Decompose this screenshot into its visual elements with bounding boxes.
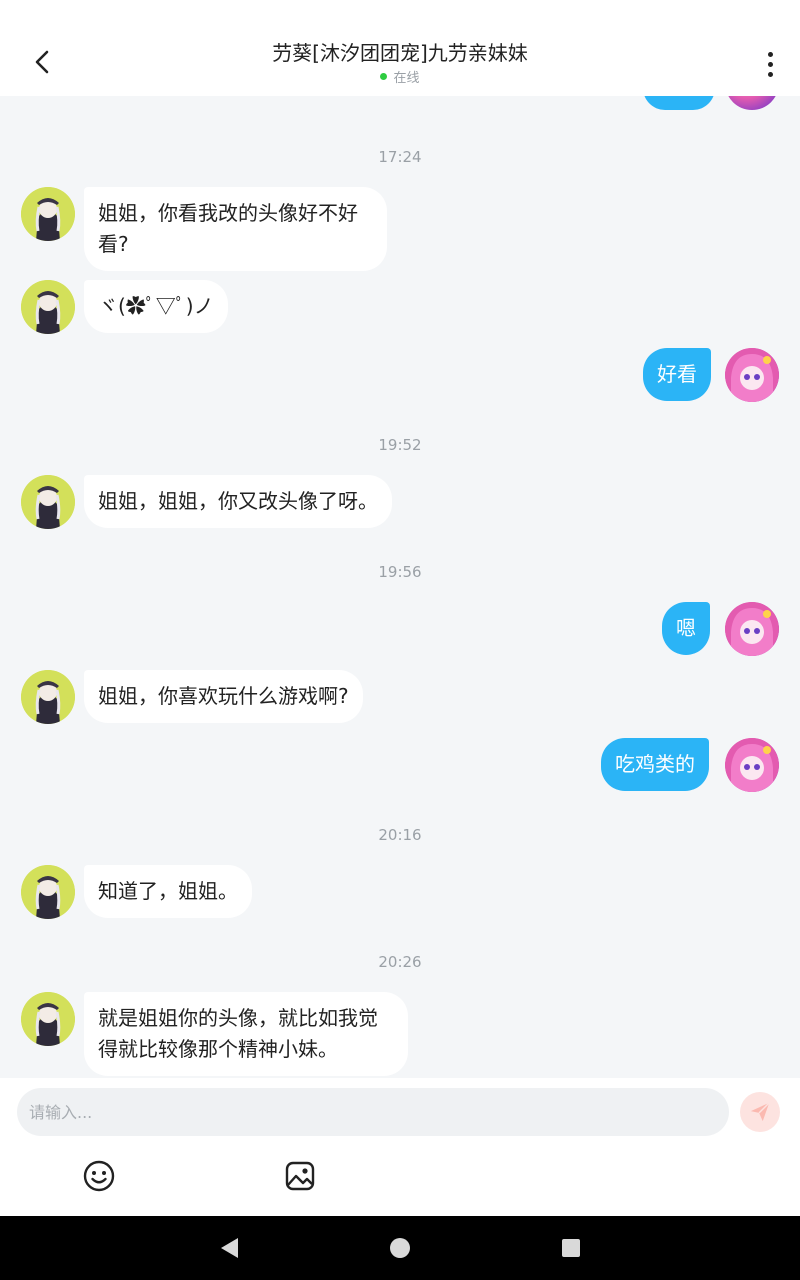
my-avatar[interactable] [725,96,779,110]
chat-title-block: 芀葵[沐汐团团宠]九芀亲妹妹 在线 [150,40,650,86]
message-bubble-incoming[interactable]: 就是姐姐你的头像，就比如我觉得就比较像那个精神小妹。 [84,992,408,1076]
timestamp: 17:24 [378,148,422,166]
avatar-portrait-icon [725,348,779,402]
nav-back-icon [221,1238,238,1258]
timestamp: 19:52 [378,436,422,454]
avatar-portrait-icon [725,738,779,792]
online-dot-icon [380,73,388,80]
avatar-portrait-icon [21,280,75,334]
contact-avatar[interactable] [21,280,75,334]
send-button[interactable] [740,1092,780,1132]
composer [0,1078,800,1216]
contact-avatar[interactable] [21,865,75,919]
more-vertical-icon [767,51,773,57]
my-avatar[interactable] [725,348,779,402]
nav-home-icon [390,1238,410,1258]
system-nav-bar [0,1216,800,1280]
nav-back-button[interactable] [215,1234,243,1262]
avatar-portrait-icon [21,865,75,919]
message-bubble-outgoing[interactable]: 嗯 [662,602,710,655]
chat-title: 芀葵[沐汐团团宠]九芀亲妹妹 [272,41,528,65]
my-avatar[interactable] [725,738,779,792]
more-options-button[interactable] [756,46,784,82]
avatar-portrait-icon [21,187,75,241]
message-bubble-outgoing[interactable]: 吃鸡类的 [601,738,709,791]
message-bubble-incoming[interactable]: 姐姐，你喜欢玩什么游戏啊? [84,670,363,723]
nav-home-button[interactable] [386,1234,414,1262]
avatar-portrait-icon [725,602,779,656]
message-bubble-incoming[interactable]: ヾ(✿ﾟ▽ﾟ)ノ [84,280,228,333]
message-bubble-outgoing-partial [643,96,715,110]
nav-recents-button[interactable] [557,1234,585,1262]
message-bubble-outgoing[interactable]: 好看 [643,348,711,401]
online-status: 在线 [150,67,650,86]
message-bubble-incoming[interactable]: 知道了，姐姐。 [84,865,252,918]
back-button[interactable] [22,42,62,82]
message-input[interactable] [17,1088,729,1136]
nav-recents-icon [562,1239,580,1257]
contact-avatar[interactable] [21,670,75,724]
contact-avatar[interactable] [21,992,75,1046]
back-arrow-icon [35,50,49,74]
timestamp: 19:56 [378,563,422,581]
chat-header: 芀葵[沐汐团团宠]九芀亲妹妹 在线 [0,0,800,96]
timestamp: 20:16 [378,826,422,844]
contact-avatar[interactable] [21,187,75,241]
image-icon [285,1161,315,1191]
online-status-text: 在线 [393,71,420,86]
avatar-portrait-icon [21,992,75,1046]
contact-avatar[interactable] [21,475,75,529]
my-avatar[interactable] [725,602,779,656]
avatar-portrait-icon [21,670,75,724]
avatar-portrait-icon [21,475,75,529]
message-list[interactable]: 17:24 姐姐，你看我改的头像好不好看? ヾ(✿ﾟ▽ﾟ)ノ 好看 19:52 … [0,96,800,1078]
message-bubble-incoming[interactable]: 姐姐，姐姐，你又改头像了呀。 [84,475,392,528]
image-button[interactable] [280,1156,320,1196]
emoji-button[interactable] [79,1156,119,1196]
timestamp: 20:26 [378,953,422,971]
send-icon [750,1102,770,1122]
emoji-icon [83,1160,115,1192]
message-bubble-incoming[interactable]: 姐姐，你看我改的头像好不好看? [84,187,387,271]
